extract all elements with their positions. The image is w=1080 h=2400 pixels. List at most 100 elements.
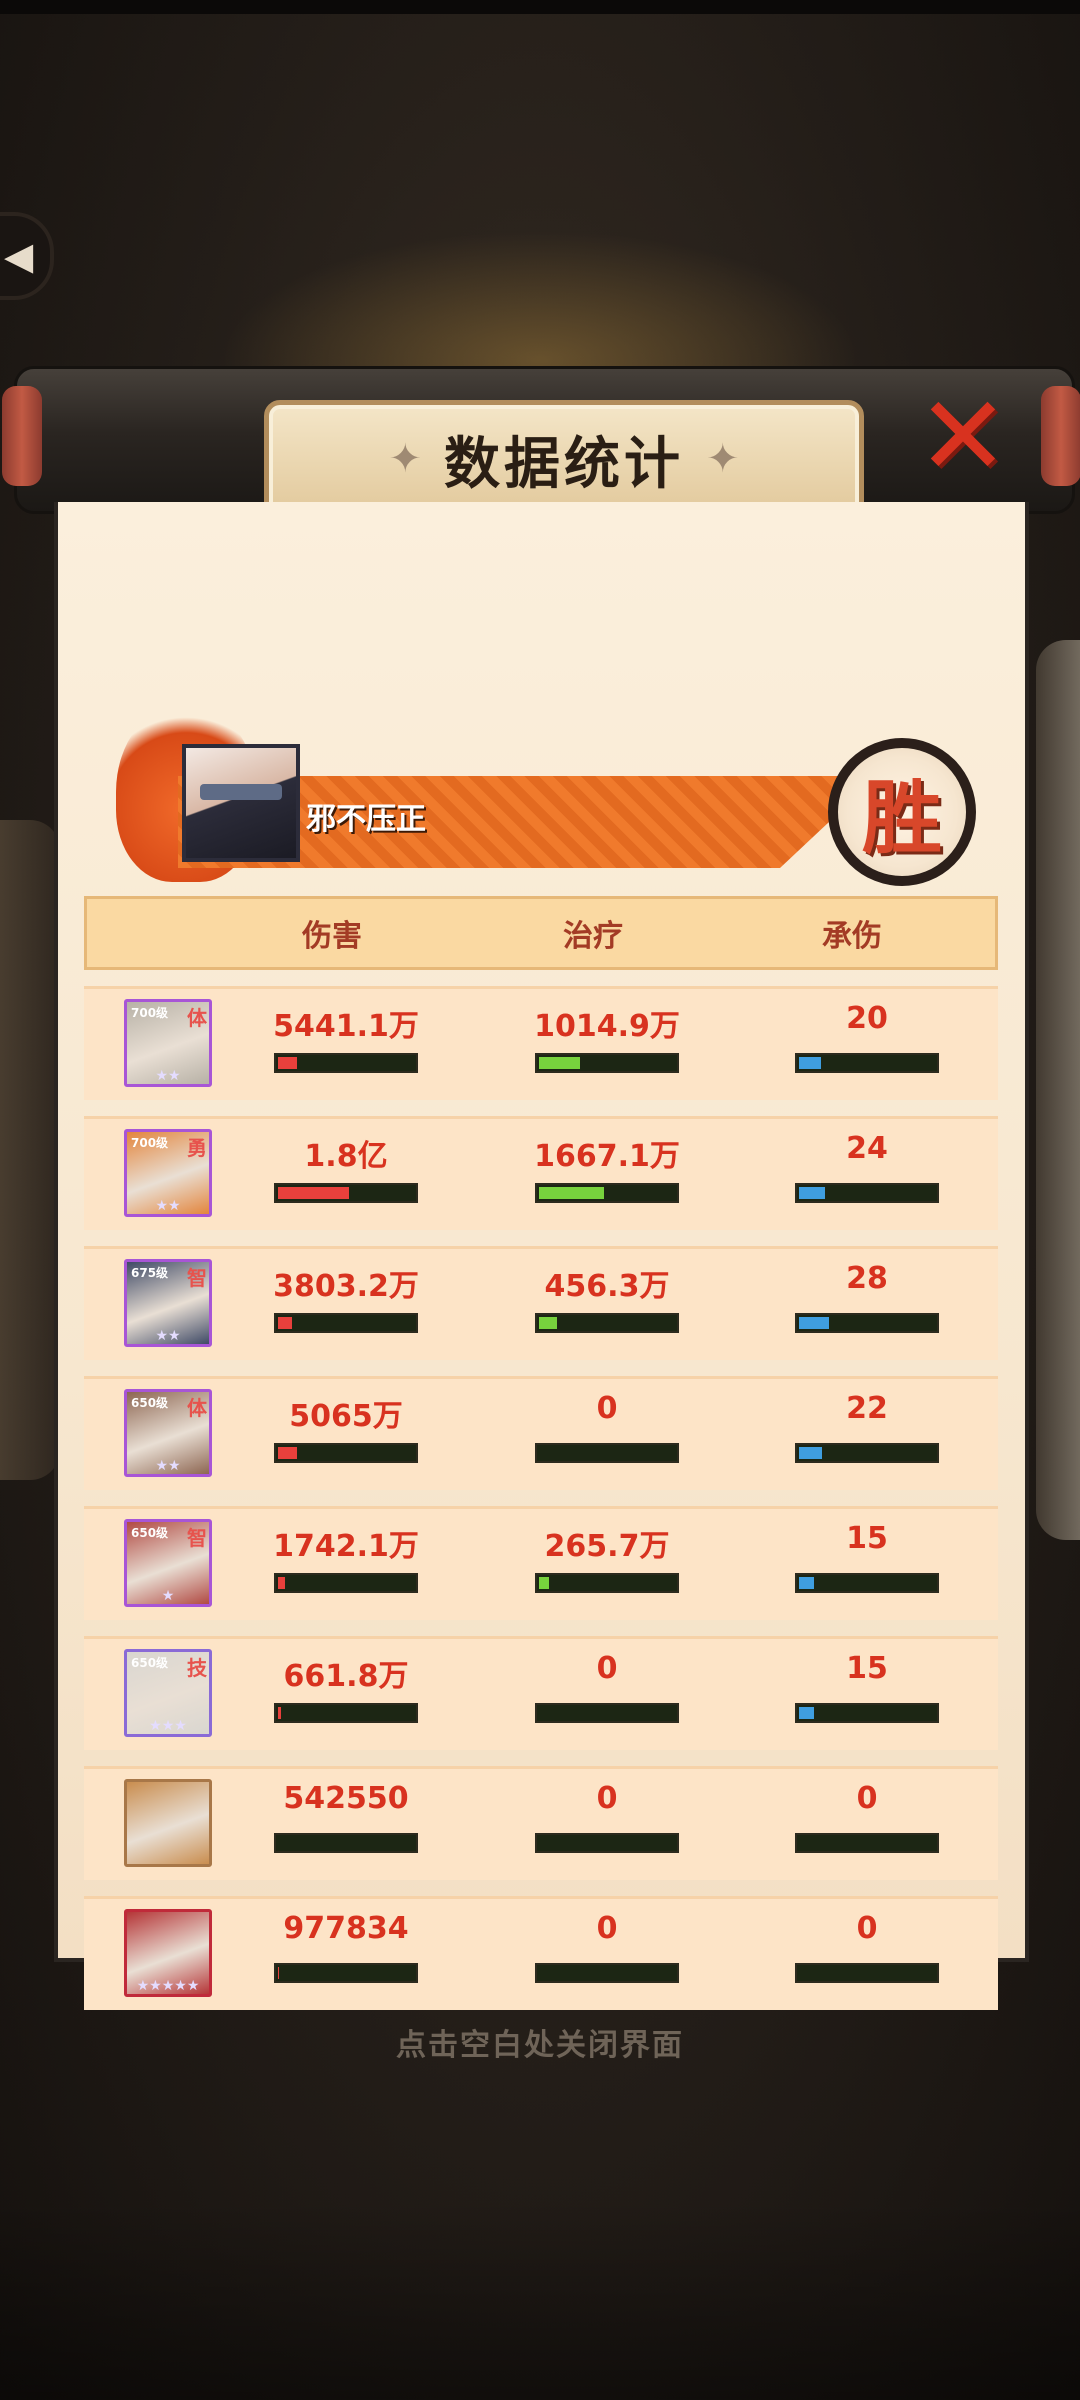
damage-taken-bar	[795, 1963, 939, 1983]
column-damage: 伤害	[302, 919, 362, 954]
hero-avatar[interactable]	[124, 1779, 212, 1867]
hero-level: 700级	[131, 1006, 169, 1020]
damage-bar	[274, 1833, 418, 1853]
damage-taken-value: 22	[846, 1391, 888, 1426]
hero-attribute-badge: 智	[187, 1526, 207, 1550]
close-hint[interactable]: 点击空白处关闭界面	[0, 2020, 1080, 2064]
hero-avatar[interactable]: 675级 智 ★★	[124, 1259, 212, 1347]
heal-value: 1667.1万	[534, 1139, 680, 1174]
heal-bar-fill	[539, 1577, 549, 1589]
damage-bar-fill	[278, 1057, 298, 1069]
damage-taken-value: 15	[846, 1651, 888, 1686]
hero-avatar[interactable]: 650级 技 ★★★	[124, 1649, 212, 1737]
stats-scroll-panel: ✦ 数据统计 ✦ ✕ 邪不压正 胜 伤害 治疗 承伤 700级 体 ★★ 544…	[2, 366, 1080, 2010]
heal-bar	[535, 1053, 679, 1073]
hero-stars: ★	[161, 1588, 175, 1604]
damage-taken-bar	[795, 1573, 939, 1593]
heal-bar	[535, 1963, 679, 1983]
hero-avatar[interactable]: 650级 智 ★	[124, 1519, 212, 1607]
hero-attribute-badge: 智	[187, 1266, 207, 1290]
heal-bar	[535, 1833, 679, 1853]
heal-bar-fill	[539, 1317, 557, 1329]
table-row: 542550 0 0	[84, 1766, 998, 1880]
damage-value: 542550	[283, 1781, 409, 1816]
hero-attribute-badge: 技	[187, 1656, 207, 1680]
victory-label: 胜	[862, 772, 942, 865]
damage-taken-bar	[795, 1183, 939, 1203]
hero-avatar[interactable]: ★★★★★	[124, 1909, 212, 1997]
stats-rows: 700级 体 ★★ 5441.1万 1014.9万 20 700级 勇 ★★ 1…	[84, 986, 998, 2010]
damage-value: 977834	[283, 1911, 409, 1946]
damage-taken-value: 0	[856, 1911, 878, 1946]
damage-bar	[274, 1703, 418, 1723]
hero-avatar[interactable]: 700级 勇 ★★	[124, 1129, 212, 1217]
damage-bar	[274, 1963, 418, 1983]
page-title: 数据统计	[444, 431, 684, 497]
heal-value: 0	[596, 1781, 618, 1816]
chevron-icon: ◀	[4, 234, 34, 278]
hero-level: 650级	[131, 1396, 169, 1410]
hero-stars: ★★	[155, 1068, 181, 1084]
stats-table-header: 伤害 治疗 承伤	[84, 896, 998, 970]
background-panel-left	[0, 820, 60, 1480]
hero-stars: ★★	[155, 1458, 181, 1474]
table-row: 700级 勇 ★★ 1.8亿 1667.1万 24	[84, 1116, 998, 1230]
damage-taken-bar	[795, 1443, 939, 1463]
heal-bar	[535, 1703, 679, 1723]
hero-level: 675级	[131, 1266, 169, 1280]
hero-stars: ★★	[155, 1198, 181, 1214]
damage-taken-value: 0	[856, 1781, 878, 1816]
table-row: 700级 体 ★★ 5441.1万 1014.9万 20	[84, 986, 998, 1100]
headband-icon	[200, 784, 282, 800]
damage-taken-bar-fill	[799, 1187, 825, 1199]
shuriken-icon: ✦	[706, 436, 740, 482]
damage-value: 3803.2万	[273, 1269, 419, 1304]
heal-value: 0	[596, 1391, 618, 1426]
damage-value: 5065万	[289, 1399, 403, 1434]
hero-level: 650级	[131, 1526, 169, 1540]
hero-level: 650级	[131, 1656, 169, 1670]
victory-badge: 胜	[828, 738, 976, 886]
damage-value: 661.8万	[283, 1659, 409, 1694]
hero-avatar[interactable]: 650级 体 ★★	[124, 1389, 212, 1477]
heal-bar	[535, 1573, 679, 1593]
close-button[interactable]: ✕	[915, 381, 1011, 491]
heal-value: 0	[596, 1651, 618, 1686]
shuriken-icon: ✦	[388, 436, 422, 482]
damage-taken-bar	[795, 1703, 939, 1723]
damage-taken-bar	[795, 1833, 939, 1853]
damage-taken-value: 28	[846, 1261, 888, 1296]
close-icon: ✕	[916, 372, 1010, 500]
scroll-cap-right	[1041, 386, 1080, 486]
damage-taken-bar-fill	[799, 1317, 829, 1329]
table-row: 650级 体 ★★ 5065万 0 22	[84, 1376, 998, 1490]
damage-bar-fill	[278, 1187, 349, 1199]
table-row: 650级 智 ★ 1742.1万 265.7万 15	[84, 1506, 998, 1620]
damage-value: 1.8亿	[304, 1139, 388, 1174]
damage-taken-bar	[795, 1313, 939, 1333]
damage-bar-fill	[278, 1577, 285, 1589]
damage-taken-bar-fill	[799, 1707, 814, 1719]
damage-taken-value: 24	[846, 1131, 888, 1166]
hero-attribute-badge: 体	[187, 1396, 207, 1420]
hero-attribute-badge: 体	[187, 1006, 207, 1030]
damage-taken-bar	[795, 1053, 939, 1073]
heal-bar	[535, 1183, 679, 1203]
bottom-shade	[0, 2200, 1080, 2400]
damage-taken-value: 15	[846, 1521, 888, 1556]
status-bar	[0, 0, 1080, 14]
stats-table: 伤害 治疗 承伤 700级 体 ★★ 5441.1万 1014.9万 20 70…	[84, 896, 998, 2010]
damage-bar	[274, 1443, 418, 1463]
damage-value: 5441.1万	[273, 1009, 419, 1044]
heal-bar	[535, 1313, 679, 1333]
damage-bar	[274, 1573, 418, 1593]
heal-bar-fill	[539, 1057, 580, 1069]
hero-avatar[interactable]: 700级 体 ★★	[124, 999, 212, 1087]
damage-value: 1742.1万	[273, 1529, 419, 1564]
hero-stars: ★★★	[149, 1718, 187, 1734]
table-row: 675级 智 ★★ 3803.2万 456.3万 28	[84, 1246, 998, 1360]
table-row: 650级 技 ★★★ 661.8万 0 15	[84, 1636, 998, 1750]
damage-bar	[274, 1313, 418, 1333]
hero-stars: ★★★★★	[136, 1978, 200, 1994]
damage-taken-bar-fill	[799, 1447, 823, 1459]
